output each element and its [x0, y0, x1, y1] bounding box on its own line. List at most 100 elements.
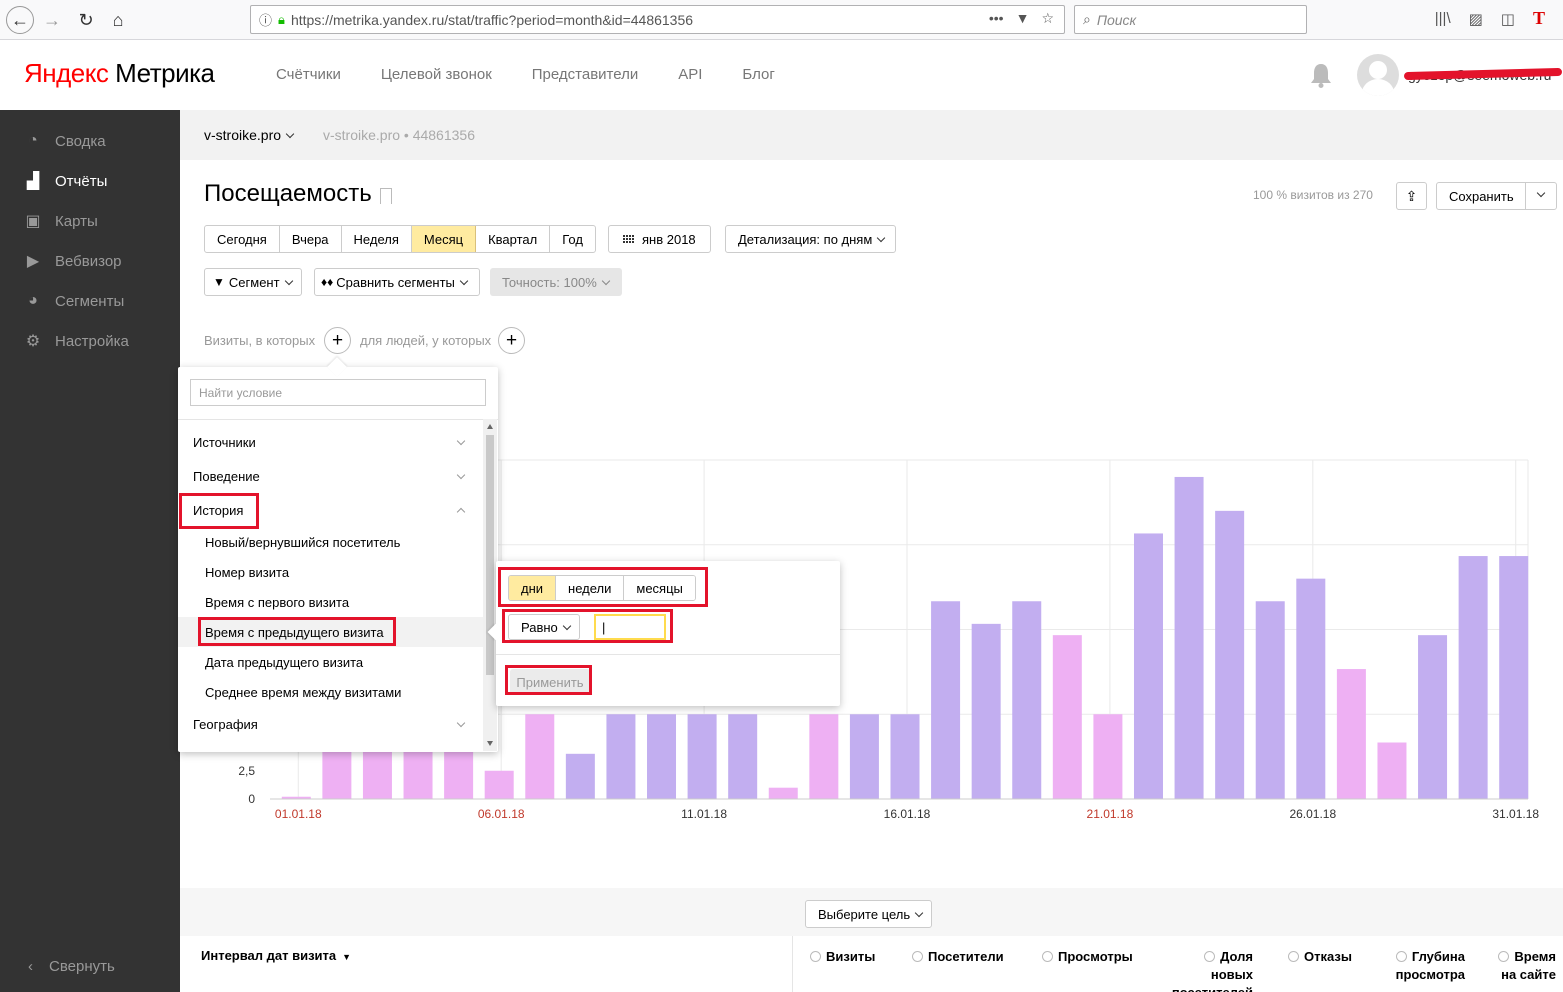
- translate-icon[interactable]: T: [1533, 8, 1545, 29]
- metric-time-on-site[interactable]: Время на сайте: [1494, 948, 1556, 984]
- upload-icon: ⇪: [1405, 187, 1418, 204]
- bar-30: [1458, 556, 1488, 799]
- collapse-sidebar-button[interactable]: ‹ Свернуть: [28, 958, 115, 975]
- x-tick-label: 16.01.18: [884, 807, 931, 821]
- period-yesterday[interactable]: Вчера: [280, 226, 342, 252]
- chevron-up-icon: [456, 507, 466, 517]
- item-visit-number[interactable]: Номер визита: [205, 565, 289, 580]
- highlight-units: [498, 567, 708, 607]
- logo[interactable]: Яндекс Метрика: [24, 58, 215, 89]
- sidebar: ◔ Сводка ▟ Отчёты ▣ Карты ▶ Вебвизор ◕ Сегмен…: [0, 110, 180, 992]
- add-people-condition-button[interactable]: +: [498, 327, 525, 354]
- bar-chart-icon: ▟: [26, 173, 40, 190]
- star-icon[interactable]: ☆: [1041, 10, 1054, 27]
- counter-bar: v-stroike.pro v-stroike.pro • 44861356: [180, 110, 1563, 160]
- dimension-column-header[interactable]: Интервал дат визита ▼: [201, 948, 351, 963]
- home-icon[interactable]: ⌂: [104, 6, 132, 34]
- segment-button[interactable]: ▼ Сегмент: [204, 268, 302, 296]
- counter-selector[interactable]: v-stroike.pro: [204, 127, 295, 143]
- condition-people-label: для людей, у которых: [360, 333, 492, 348]
- sidebar-item-webvisor[interactable]: ▶ Вебвизор: [22, 250, 122, 272]
- pocket-icon[interactable]: ▼: [1016, 10, 1030, 27]
- library-icon[interactable]: |||\: [1435, 10, 1451, 29]
- bar-16: [890, 714, 920, 799]
- bar-7: [525, 714, 555, 799]
- compare-segments-button[interactable]: ♦♦ Сравнить сегменты: [314, 268, 480, 296]
- period-today[interactable]: Сегодня: [205, 226, 280, 252]
- help-icon: [810, 951, 821, 962]
- metric-new-share[interactable]: Доля новых посетителей: [1165, 948, 1253, 992]
- forward-arrow-icon[interactable]: →: [38, 6, 66, 34]
- date-picker-button[interactable]: янв 2018: [608, 225, 711, 253]
- bar-8: [565, 753, 595, 799]
- item-new-returning[interactable]: Новый/вернувшийся посетитель: [205, 535, 400, 550]
- metric-visits[interactable]: Визиты: [810, 948, 875, 966]
- bar-28: [1377, 742, 1407, 799]
- bar-18: [971, 623, 1001, 799]
- bar-12: [728, 714, 758, 799]
- group-geography[interactable]: География: [193, 717, 258, 732]
- url-text: https://metrika.yandex.ru/stat/traffic?p…: [290, 11, 694, 28]
- bar-20: [1052, 635, 1082, 799]
- bookmark-icon[interactable]: [380, 188, 392, 204]
- export-button[interactable]: ⇪: [1396, 182, 1427, 210]
- nav-target-call[interactable]: Целевой звонок: [381, 66, 492, 83]
- lock-icon: 🔒︎: [278, 11, 285, 27]
- accuracy-dropdown[interactable]: Точность: 100%: [490, 268, 622, 296]
- reload-icon[interactable]: ↻: [72, 6, 100, 34]
- panel-scrollbar[interactable]: [483, 419, 497, 751]
- nav-api[interactable]: API: [678, 66, 702, 83]
- period-month[interactable]: Месяц: [411, 226, 477, 252]
- condition-visits-label: Визиты, в которых: [204, 333, 316, 348]
- chevron-down-icon: [877, 233, 886, 242]
- bar-19: [1012, 601, 1042, 799]
- metric-visitors[interactable]: Посетители: [912, 948, 1004, 966]
- item-previous-visit-date[interactable]: Дата предыдущего визита: [205, 655, 363, 670]
- nav-representatives[interactable]: Представители: [532, 66, 638, 83]
- gauge-icon: ◔: [28, 132, 38, 149]
- period-quarter[interactable]: Квартал: [476, 226, 551, 252]
- x-tick-label: 11.01.18: [681, 807, 727, 821]
- url-bar[interactable]: ⓘ 🔒︎ https://metrika.yandex.ru/stat/traf…: [250, 5, 1065, 34]
- back-arrow-icon[interactable]: ←: [6, 6, 34, 34]
- group-behavior[interactable]: Поведение: [193, 469, 260, 484]
- find-condition-input[interactable]: Найти условие: [190, 379, 486, 406]
- period-year[interactable]: Год: [550, 226, 595, 252]
- group-sources[interactable]: Источники: [193, 435, 256, 450]
- chevron-down-icon[interactable]: [1526, 188, 1556, 202]
- sidebar-item-summary[interactable]: ◔ Сводка: [22, 130, 105, 152]
- item-average-time-between[interactable]: Среднее время между визитами: [205, 685, 401, 700]
- browser-search-input[interactable]: ⌕ Поиск: [1074, 5, 1307, 34]
- sidebar-icon[interactable]: ◫: [1501, 10, 1515, 29]
- calendar-icon: [623, 235, 634, 243]
- page-title: Посещаемость: [204, 180, 372, 207]
- chevron-down-icon: [914, 908, 924, 917]
- add-visit-condition-button[interactable]: +: [324, 327, 351, 354]
- sidebar-item-reports[interactable]: ▟ Отчёты: [22, 170, 108, 192]
- period-week[interactable]: Неделя: [342, 226, 412, 252]
- metric-depth[interactable]: Глубина просмотра: [1385, 948, 1465, 984]
- metric-pageviews[interactable]: Просмотры: [1042, 948, 1133, 966]
- chevron-down-icon: [459, 276, 469, 285]
- highlight-history: [179, 493, 259, 529]
- sidebar-item-settings[interactable]: ⚙ Настройка: [22, 330, 129, 352]
- goal-dropdown[interactable]: Выберите цель: [805, 900, 932, 928]
- item-time-since-first[interactable]: Время с первого визита: [205, 595, 349, 610]
- sidebar-item-maps[interactable]: ▣ Карты: [22, 210, 97, 232]
- more-icon[interactable]: •••: [989, 10, 1004, 27]
- browser-toolbar: ← → ↻ ⌂ ⓘ 🔒︎ https://metrika.yandex.ru/s…: [0, 0, 1563, 40]
- nav-counters[interactable]: Счётчики: [276, 66, 341, 83]
- info-icon[interactable]: ⓘ: [259, 10, 272, 29]
- avatar[interactable]: [1357, 54, 1399, 96]
- help-icon: [1042, 951, 1053, 962]
- nav-blog[interactable]: Блог: [742, 66, 774, 83]
- save-button[interactable]: Сохранить: [1436, 182, 1557, 210]
- bar-10: [647, 714, 677, 799]
- metric-bounces[interactable]: Отказы: [1288, 948, 1352, 966]
- screenshot-icon[interactable]: ▨: [1469, 10, 1483, 29]
- detail-dropdown[interactable]: Детализация: по дням: [725, 225, 896, 253]
- bar-26: [1296, 578, 1326, 799]
- bell-icon[interactable]: [1310, 62, 1332, 88]
- chevron-left-icon: ‹: [28, 958, 33, 975]
- sidebar-item-segments[interactable]: ◕ Сегменты: [22, 290, 124, 312]
